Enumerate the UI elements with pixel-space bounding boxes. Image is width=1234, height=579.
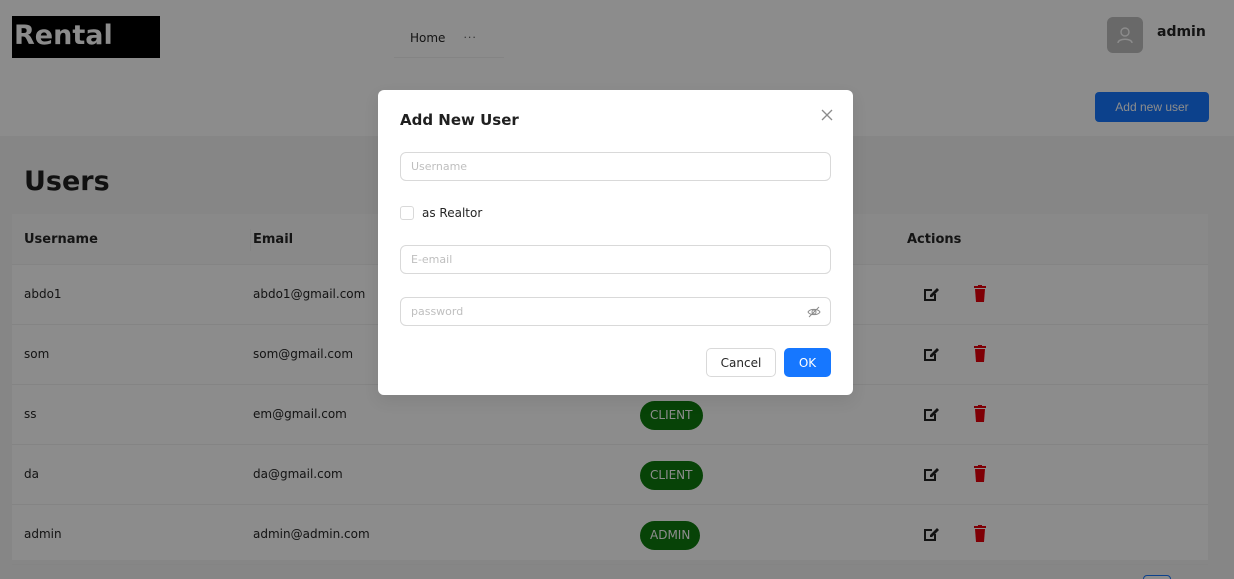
cancel-button[interactable]: Cancel bbox=[706, 348, 776, 377]
modal-title: Add New User bbox=[400, 111, 519, 129]
realtor-option[interactable]: as Realtor bbox=[400, 206, 482, 220]
email-field[interactable] bbox=[400, 245, 831, 274]
ok-button[interactable]: OK bbox=[784, 348, 831, 377]
close-icon[interactable] bbox=[819, 107, 835, 123]
eye-invisible-icon[interactable] bbox=[807, 305, 821, 319]
realtor-checkbox[interactable] bbox=[400, 206, 414, 220]
password-field-wrapper bbox=[400, 297, 831, 326]
realtor-checkbox-label[interactable]: as Realtor bbox=[422, 206, 482, 220]
add-user-modal: Add New User as Realtor Cancel OK bbox=[378, 90, 853, 395]
username-field[interactable] bbox=[400, 152, 831, 181]
password-field[interactable] bbox=[401, 298, 791, 325]
